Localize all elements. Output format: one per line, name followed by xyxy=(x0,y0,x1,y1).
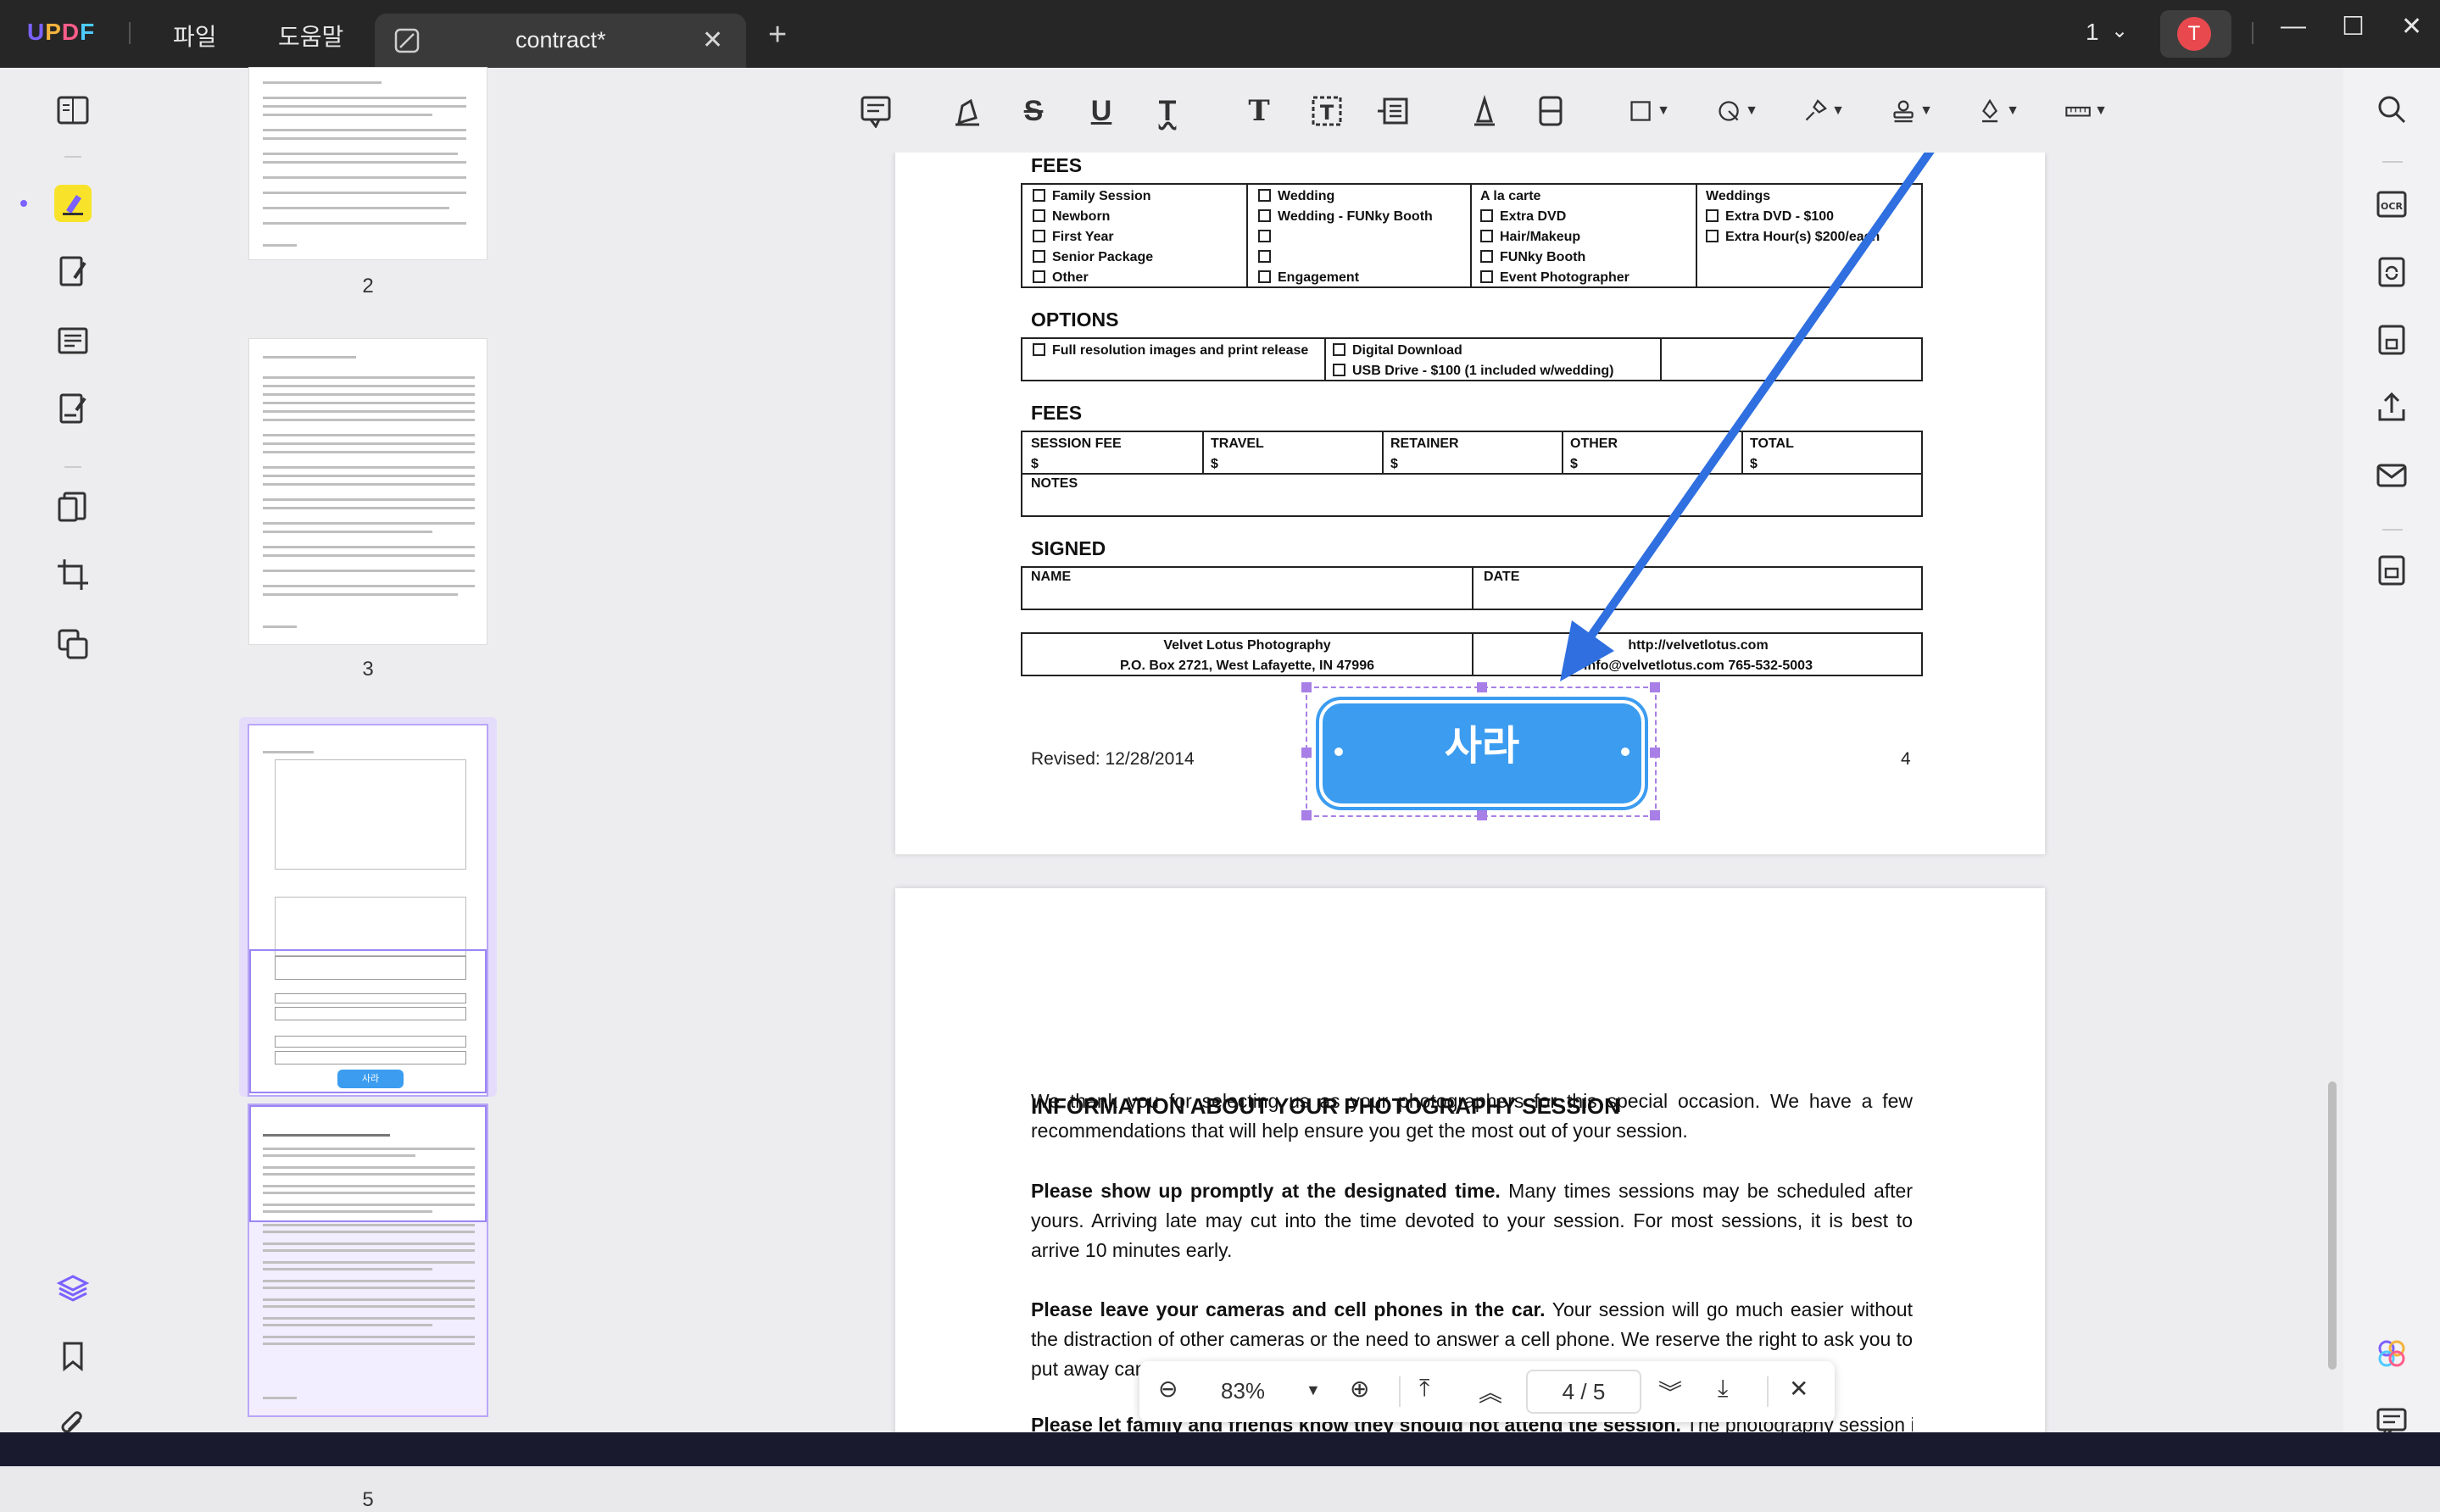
highlight-icon[interactable] xyxy=(946,90,989,132)
form-icon[interactable] xyxy=(54,322,92,359)
zoom-dropdown-icon[interactable]: ▼ xyxy=(1306,1381,1321,1399)
email-icon[interactable] xyxy=(2372,456,2411,495)
menu-help[interactable]: 도움말 xyxy=(278,19,343,53)
user-initial: T xyxy=(2177,17,2211,51)
previous-page-icon[interactable]: ︽ xyxy=(1479,1375,1502,1409)
signature-pen-icon[interactable]: ▼ xyxy=(1977,90,2019,132)
strikethrough-icon[interactable]: S xyxy=(1012,90,1055,132)
chevron-down-icon[interactable]: ⌄ xyxy=(2111,19,2128,43)
ocr-icon[interactable]: OCR xyxy=(2372,185,2411,224)
svg-text:T: T xyxy=(1320,101,1334,125)
convert-pdf-icon[interactable] xyxy=(2372,253,2411,292)
shape-icon[interactable]: ▼ xyxy=(1628,90,1670,132)
updf-logo: UPDF xyxy=(27,19,96,45)
search-icon[interactable] xyxy=(2372,90,2411,129)
underline-icon[interactable]: U xyxy=(1080,90,1123,132)
title-bar: UPDF 파일 도움말 contract* ✕ + 1 ⌄ T — ☐ ✕ xyxy=(0,0,2440,68)
page-thumbnail-4[interactable]: 사라 xyxy=(249,725,487,1095)
divider xyxy=(64,466,81,468)
first-page-icon[interactable]: ⤒ xyxy=(1419,1375,1429,1403)
user-avatar[interactable]: T xyxy=(2160,10,2231,58)
layers-icon[interactable] xyxy=(54,1270,92,1307)
maximize-button[interactable]: ☐ xyxy=(2342,12,2365,42)
page-number-input[interactable]: 4 / 5 xyxy=(1526,1370,1641,1414)
thumbnail-panel: 2 3 사라 4 5 xyxy=(122,68,631,1511)
thumbnail-number: 3 xyxy=(362,658,374,681)
zoom-in-icon[interactable]: ⊕ xyxy=(1350,1375,1369,1403)
ai-assistant-icon[interactable] xyxy=(2372,1334,2411,1373)
sticky-note-icon[interactable] xyxy=(855,90,897,132)
divider xyxy=(64,156,81,158)
page-thumbnail-3[interactable] xyxy=(249,339,487,644)
edit-pdf-icon[interactable] xyxy=(54,253,92,290)
page-thumbnail-2[interactable] xyxy=(249,68,487,259)
annotation-toolbar: S U T T T ▼ ▼ ▼ ▼ ▼ ▼ xyxy=(631,68,2343,153)
close-window-button[interactable]: ✕ xyxy=(2401,12,2422,42)
close-tab-icon[interactable]: ✕ xyxy=(702,25,723,55)
protect-icon[interactable] xyxy=(2372,320,2411,359)
save-icon[interactable] xyxy=(2372,551,2411,590)
thumbnail-number: 2 xyxy=(362,275,374,297)
paragraph-promptly: Please show up promptly at the designate… xyxy=(1031,1180,1913,1261)
last-page-icon[interactable]: ⤓ xyxy=(1718,1375,1728,1403)
svg-text:OCR: OCR xyxy=(2381,201,2403,212)
sign-icon[interactable] xyxy=(54,390,92,427)
share-icon[interactable] xyxy=(2372,388,2411,427)
pencil-icon[interactable] xyxy=(1463,90,1506,132)
thumbnail-stamp: 사라 xyxy=(337,1070,404,1088)
squiggly-icon[interactable]: T xyxy=(1146,90,1189,132)
thumbnail-number: 5 xyxy=(362,1488,374,1511)
page-thumbnail-5[interactable] xyxy=(249,1105,487,1415)
stamp-icon[interactable]: ▼ xyxy=(1891,90,1933,132)
edited-icon xyxy=(394,28,420,53)
zoom-out-icon[interactable]: ⊖ xyxy=(1158,1375,1178,1403)
text-icon[interactable]: T xyxy=(1238,90,1280,132)
eraser-icon[interactable] xyxy=(1529,90,1572,132)
bookmark-icon[interactable] xyxy=(54,1337,92,1375)
comment-highlighter-icon[interactable] xyxy=(54,185,92,222)
measure-icon[interactable]: ▼ xyxy=(2065,90,2108,132)
pin-icon[interactable]: ▼ xyxy=(1802,90,1845,132)
window-count[interactable]: 1 xyxy=(2086,19,2099,46)
document-area: FEES Family Session Newborn First Year S… xyxy=(631,68,2343,1432)
new-tab-button[interactable]: + xyxy=(768,17,787,53)
paragraph-thanks: We thank you for selecting us as your ph… xyxy=(1031,1090,1913,1142)
close-zoombar-icon[interactable]: ✕ xyxy=(1789,1375,1808,1403)
left-toolbar xyxy=(0,68,122,1433)
menu-file[interactable]: 파일 xyxy=(173,19,217,53)
right-toolbar: OCR xyxy=(2343,68,2440,1438)
active-indicator xyxy=(20,200,27,207)
organize-pages-icon[interactable] xyxy=(54,488,92,525)
tab-title: contract* xyxy=(515,27,606,53)
divider xyxy=(129,22,131,44)
divider xyxy=(2252,22,2253,44)
taskbar xyxy=(0,1432,2440,1466)
document-tab[interactable]: contract* ✕ xyxy=(375,14,746,68)
reader-icon[interactable] xyxy=(54,92,92,129)
text-callout-icon[interactable] xyxy=(1372,90,1414,132)
pen-shape-icon[interactable]: ▼ xyxy=(1716,90,1758,132)
scrollbar[interactable] xyxy=(2328,1081,2337,1370)
zoom-navigation-bar: ⊖ 83% ▼ ⊕ ⤒ ︽ 4 / 5 ︾ ⤓ ✕ xyxy=(1139,1361,1835,1422)
minimize-button[interactable]: — xyxy=(2281,12,2306,41)
zoom-level[interactable]: 83% xyxy=(1221,1378,1265,1404)
next-page-icon[interactable]: ︾ xyxy=(1658,1375,1682,1409)
crop-icon[interactable] xyxy=(54,556,92,593)
convert-icon[interactable] xyxy=(54,625,92,663)
text-box-icon[interactable]: T xyxy=(1306,90,1348,132)
